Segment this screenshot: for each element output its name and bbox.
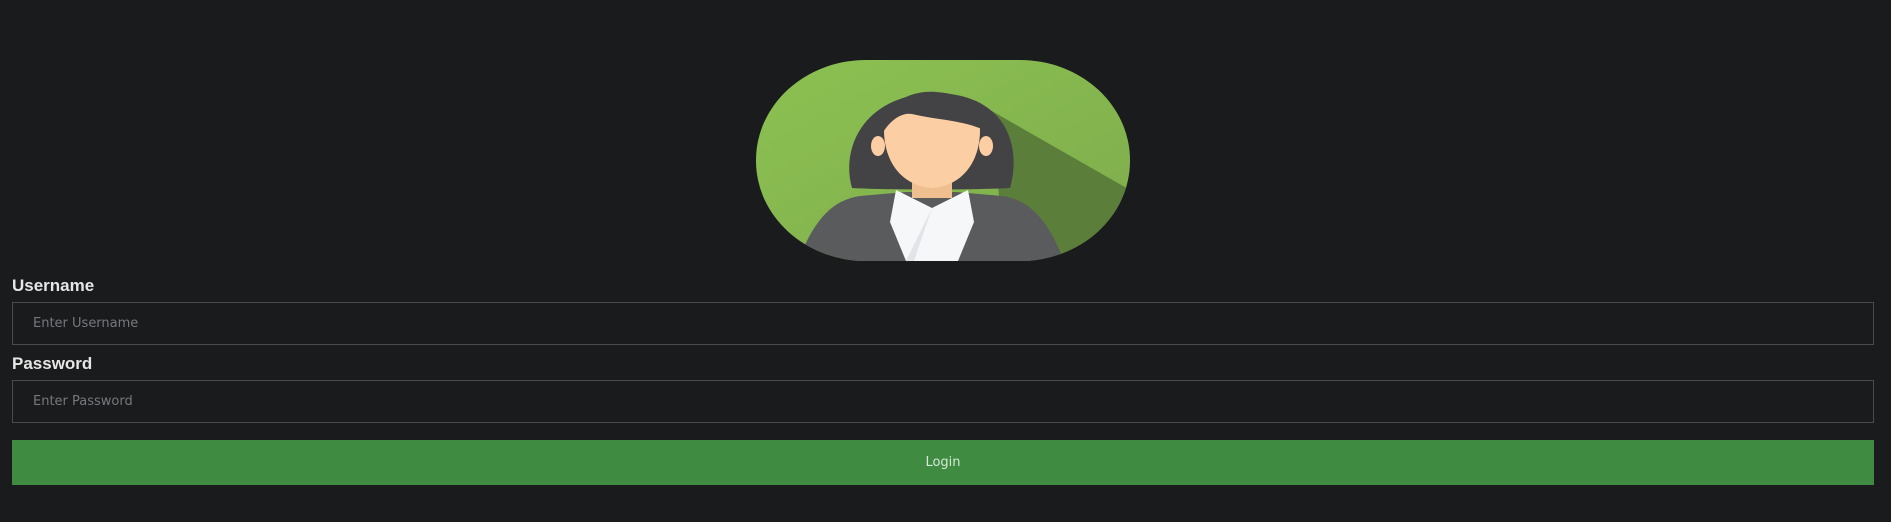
login-page: Username Password Login <box>0 0 1891 522</box>
login-form: Username Password Login <box>12 275 1874 485</box>
password-label: Password <box>12 354 93 373</box>
username-label: Username <box>12 276 95 295</box>
login-button[interactable]: Login <box>12 440 1874 485</box>
password-input[interactable] <box>12 380 1874 423</box>
username-input[interactable] <box>12 302 1874 345</box>
user-avatar-icon <box>756 60 1130 261</box>
